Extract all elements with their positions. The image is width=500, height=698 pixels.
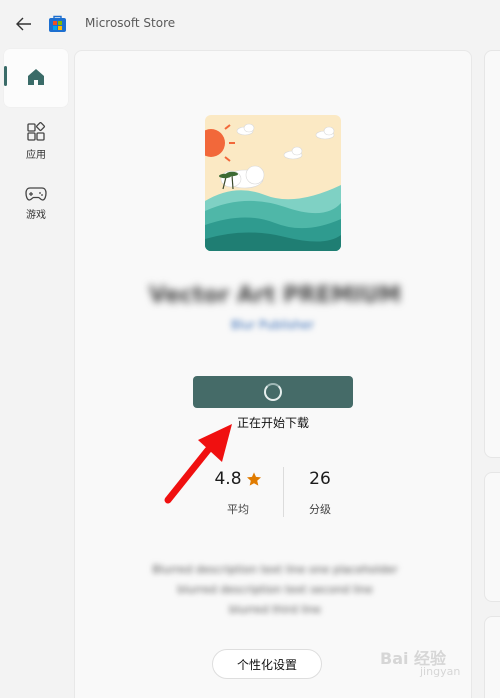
loading-spinner-icon (264, 383, 282, 401)
store-logo-icon (49, 15, 66, 32)
ratings-count-stat: 26 分级 (275, 469, 365, 517)
side-panel-middle (484, 472, 500, 602)
annotation-arrow-icon (164, 424, 232, 504)
nav-item-games[interactable]: 游戏 (4, 186, 68, 221)
watermark-sub: jingyan (420, 665, 461, 678)
description-line: Blurred description text line one placeh… (152, 563, 398, 576)
download-button[interactable] (193, 376, 353, 408)
publisher-link[interactable]: Blur Publisher (200, 318, 345, 334)
gamepad-icon (25, 187, 47, 201)
side-panel-top (484, 50, 500, 458)
personalize-button[interactable]: 个性化设置 (212, 649, 322, 679)
description-line: blurred description text second line (177, 583, 373, 596)
apps-icon (27, 122, 45, 141)
description-line: blurred third line (229, 603, 321, 616)
home-icon (28, 69, 44, 85)
ratings-count-value: 26 (309, 469, 331, 489)
star-icon (246, 472, 261, 486)
back-button[interactable] (10, 12, 38, 36)
side-panel-bottom (484, 616, 500, 698)
back-arrow-icon (16, 17, 31, 31)
app-description: Blurred description text line one placeh… (110, 560, 440, 620)
nav-item-apps-label: 应用 (26, 150, 46, 161)
window-title: Microsoft Store (85, 16, 176, 30)
nav-selected-indicator (4, 66, 7, 86)
app-icon (205, 115, 341, 251)
ratings-count-label: 分级 (309, 503, 331, 516)
title-bar: Microsoft Store (0, 0, 500, 48)
nav-item-games-label: 游戏 (26, 210, 46, 221)
nav-item-apps[interactable]: 应用 (4, 122, 68, 161)
app-name: Vector Art PREMIUM (149, 283, 401, 308)
